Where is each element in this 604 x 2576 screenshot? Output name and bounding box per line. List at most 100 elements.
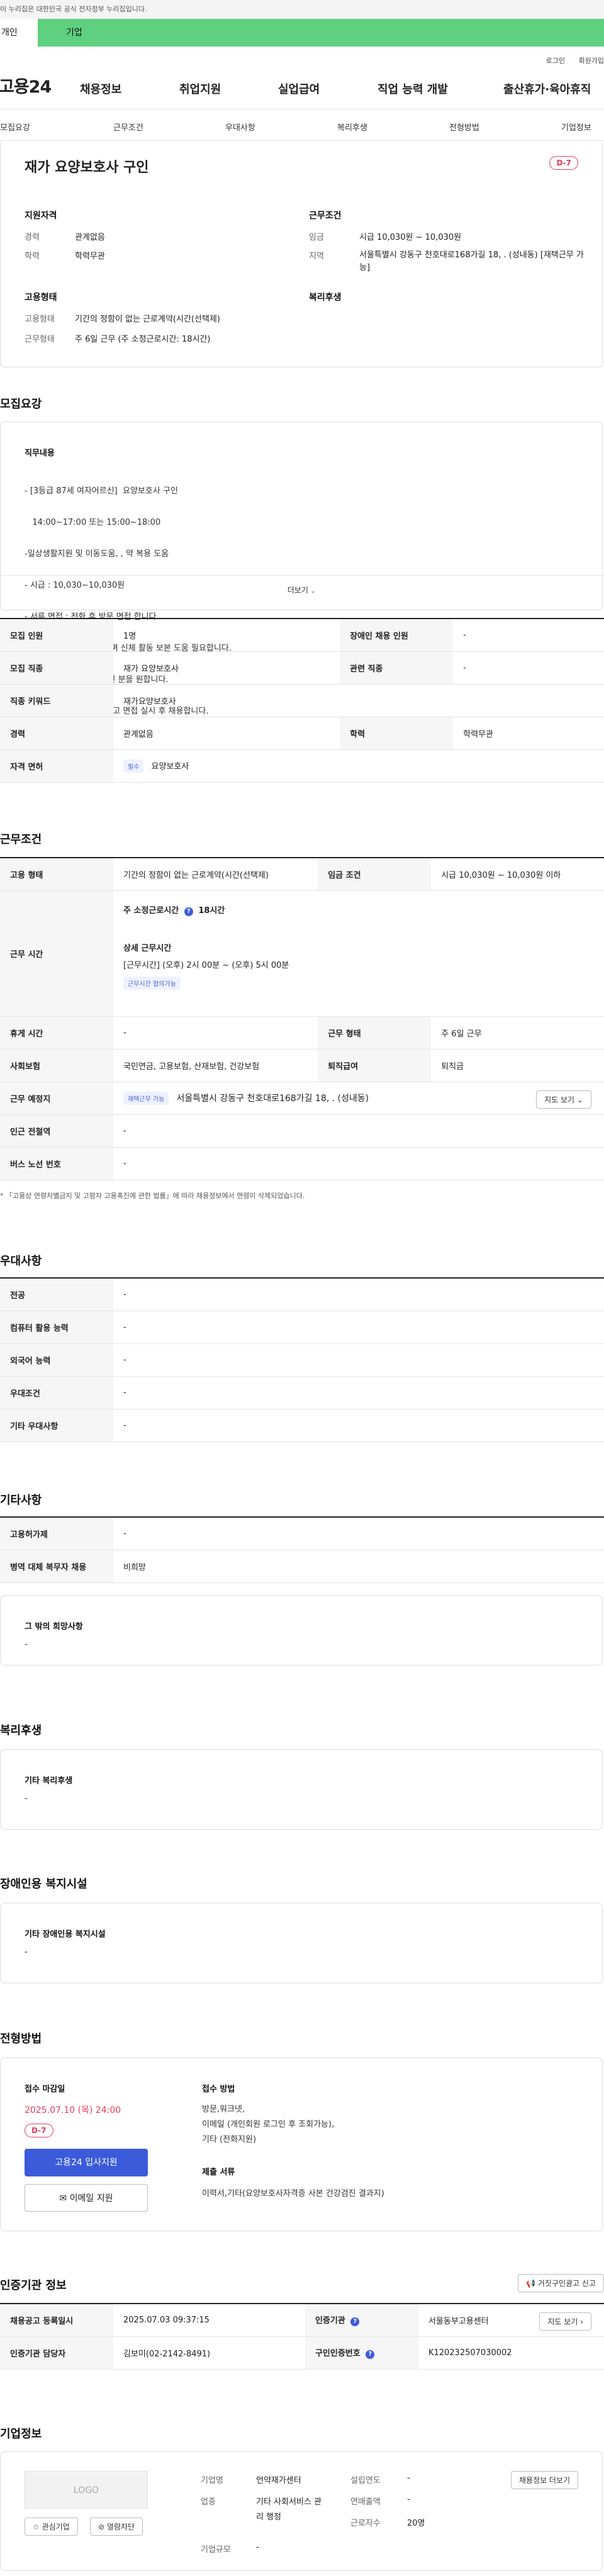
- hours-negotiable-tag: 근무시간 협의가능: [123, 976, 181, 990]
- subnav-welfare[interactable]: 복리후생: [337, 121, 367, 133]
- cell-label: 관련 직종: [340, 651, 454, 685]
- help-icon[interactable]: ?: [184, 907, 193, 916]
- duty-line: 14:00~17:00 또는 15:00~18:00: [25, 518, 161, 527]
- welfare-card: 기타 복리후생 -: [0, 1749, 603, 1830]
- table-row: 근무 예정지 재택근무 가능 서울특별시 강동구 천호대로168가길 18, .…: [0, 1082, 604, 1115]
- subnav-company[interactable]: 기업정보: [561, 121, 591, 133]
- employment-heading: 고용형태: [25, 293, 57, 303]
- subnav-preferences[interactable]: 우대사항: [225, 121, 255, 133]
- table-row: 외국어 능력 -: [0, 1343, 604, 1377]
- cell-label: 고용허가제: [0, 1517, 113, 1550]
- cell-value: -: [453, 651, 604, 685]
- method-item: 이메일 (개인회원 로그인 후 조회가능),: [202, 2120, 335, 2129]
- method-item: 방문,워크넷,: [202, 2105, 245, 2114]
- duty-heading: 직무내용: [25, 449, 55, 458]
- cell-label: 학력: [340, 717, 454, 750]
- method-list: 방문,워크넷, 이메일 (개인회원 로그인 후 조회가능), 기타 (전화지원): [202, 2102, 334, 2148]
- tab-personal[interactable]: 개인: [0, 19, 38, 47]
- apply-button[interactable]: 고용24 입사지원: [25, 2149, 148, 2176]
- cell-label: 채용공고 등록일시: [0, 2304, 113, 2337]
- cell-label: 임금 조건: [318, 858, 432, 891]
- method-heading: 접수 방법: [202, 2085, 235, 2094]
- gnb-item-parental-leave[interactable]: 출산휴가·육아휴직: [503, 81, 591, 97]
- cell-value: 기간의 정함이 없는 근로계약(시간(선택제): [113, 858, 318, 891]
- welfare-heading: 기타 복리후생: [25, 1776, 73, 1786]
- map-button-label: 지도 보기: [544, 1095, 575, 1104]
- site-logo[interactable]: 고용24: [0, 73, 52, 98]
- subnav-process[interactable]: 전형방법: [449, 121, 479, 133]
- table-row: 근무 시간 주 소정근로시간 ? 18시간 상세 근무시간 [근무시간] (오후…: [0, 890, 604, 1017]
- cell-value: 관계없음: [113, 717, 340, 750]
- help-icon[interactable]: ?: [350, 2317, 360, 2327]
- welfare-heading: 복리후생: [309, 293, 342, 303]
- subnav-recruit[interactable]: 모집요강: [0, 121, 30, 133]
- more-label: 더보기: [287, 586, 308, 595]
- job-summary-card: 재가 요양보호사 구인 D-7 지원자격 경력 관계없음 학력 학력무관 근무조…: [0, 142, 603, 367]
- cell-label: 근무 시간: [0, 890, 113, 1017]
- work-section-title: 근무조건: [0, 833, 42, 846]
- qualification-heading: 지원자격: [25, 211, 57, 221]
- age-note: * 「고용상 연령차별금지 및 고령자 고용촉진에 관한 법률」에 따라 채용정…: [0, 1192, 305, 1200]
- cell-label: 퇴직급여: [318, 1049, 432, 1082]
- job-title: 재가 요양보호사 구인: [25, 160, 149, 176]
- wage-value: 시급 10,030원 ~ 10,030원: [359, 233, 462, 242]
- cell-label: 인근 전철역: [0, 1114, 113, 1148]
- tab-company[interactable]: 기업: [38, 19, 604, 47]
- cell-value: -: [113, 1343, 604, 1377]
- misc-section-title: 기타사항: [0, 1494, 42, 1507]
- gnb-item-jobs[interactable]: 채용정보: [80, 81, 121, 97]
- table-row: 직종 키워드 재가요양보호사: [0, 684, 604, 717]
- more-button[interactable]: 더보기 ⌄: [1, 585, 602, 595]
- cell-value: 재가요양보호사: [113, 684, 604, 717]
- conditions-heading: 근무조건: [309, 211, 342, 221]
- gnb-item-vocational-training[interactable]: 직업 능력 개발: [378, 81, 448, 97]
- cell-label: 휴게 시간: [0, 1016, 113, 1050]
- gnb-item-unemployment-benefit[interactable]: 실업급여: [278, 81, 320, 97]
- cell-value: 필수 요양보호사: [113, 749, 604, 783]
- help-icon[interactable]: ?: [366, 2350, 375, 2359]
- divider: [1, 575, 602, 576]
- block-view-button[interactable]: ⊘ 열람차단: [90, 2517, 143, 2536]
- cell-label: 자격 면허: [0, 749, 113, 783]
- other-wishes-card: 그 밖의 희망사항 -: [0, 1595, 603, 1666]
- cell-value: -: [113, 1016, 318, 1050]
- process-card: 접수 마감일 2025.07.10 (목) 24:00 D-7 고용24 입사지…: [0, 2058, 603, 2231]
- career-value: 관계없음: [75, 233, 105, 242]
- chevron-down-icon: ⌄: [576, 1095, 583, 1104]
- interest-label: 관심기업: [42, 2523, 70, 2531]
- welfare-section-title: 복리후생: [0, 1724, 42, 1737]
- duty-line: - [3등급 87세 여자어르신] 요양보호사 구인: [25, 486, 178, 496]
- welfare-value: -: [25, 1794, 28, 1803]
- table-row: 휴게 시간 - 근무 형태 주 6일 근무: [0, 1016, 604, 1050]
- star-icon: ☆: [33, 2523, 40, 2531]
- duty-line: -일상생활지원 및 이동도움, , 약 복용 도움: [25, 549, 169, 559]
- cell-value: -: [113, 1278, 604, 1311]
- report-label: 거짓구인광고 신고: [537, 2279, 596, 2288]
- cert-map-button[interactable]: 지도 보기 ›: [539, 2312, 591, 2331]
- company-size-value: -: [256, 2543, 259, 2552]
- table-row: 채용공고 등록일시 2025.07.03 09:37:15 인증기관 ? 서울동…: [0, 2304, 604, 2337]
- email-apply-button[interactable]: ✉ 이메일 지원: [25, 2184, 148, 2212]
- industry-value: 기타 사회서비스 관리 행정: [256, 2497, 322, 2522]
- gnb-item-employment-support[interactable]: 취업지원: [179, 81, 221, 97]
- report-fake-ad-button[interactable]: 📢 거짓구인광고 신고: [518, 2274, 604, 2292]
- cell-value: -: [113, 1311, 604, 1344]
- megaphone-icon: 📢: [526, 2279, 536, 2288]
- company-name-label: 기업명: [201, 2476, 223, 2485]
- table-row: 컴퓨터 활용 능력 -: [0, 1311, 604, 1344]
- table-row: 전공 -: [0, 1278, 604, 1311]
- industry-label: 업종: [201, 2497, 216, 2507]
- cell-value: -: [113, 1376, 604, 1409]
- table-row: 경력 관계없음 학력 학력무관: [0, 717, 604, 750]
- method-item: 기타 (전화지원): [202, 2135, 257, 2144]
- preference-table: 전공 - 컴퓨터 활용 능력 - 외국어 능력 - 우대조건 - 기타 우대사항 -: [0, 1277, 604, 1442]
- employment-type-value: 기간의 정함이 없는 근로계약(시간(선택제): [75, 315, 220, 324]
- subnav-work-conditions[interactable]: 근무조건: [113, 121, 143, 133]
- interest-company-button[interactable]: ☆ 관심기업: [25, 2517, 78, 2536]
- cell-label: 버스 노선 번호: [0, 1147, 113, 1180]
- table-row: 모집 직종 재가 요양보호사 관련 직종 -: [0, 651, 604, 685]
- more-jobs-button[interactable]: 채용정보 더보기: [510, 2471, 578, 2489]
- weekly-hours-label: 주 소정근로시간: [123, 905, 179, 916]
- map-button[interactable]: 지도 보기 ⌄: [536, 1090, 591, 1109]
- page: 이 누리집은 대한민국 공식 전자정부 누리집입니다. 개인 기업 로그인 회원…: [0, 0, 604, 2576]
